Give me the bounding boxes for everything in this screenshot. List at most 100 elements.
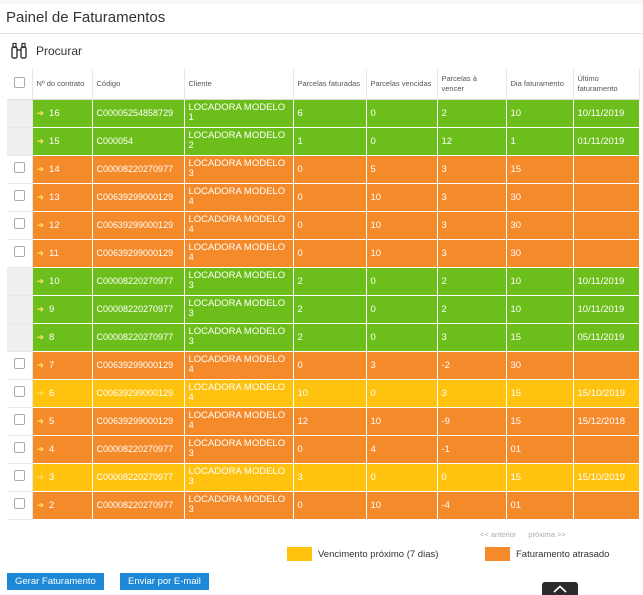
client-cell: LOCADORA MODELO 3 <box>184 463 294 492</box>
to-due-cell: 2 <box>437 267 507 296</box>
overdue-cell: 0 <box>366 127 438 156</box>
table-row[interactable]: ➜ 16 C00005254858729 LOCADORA MODELO 1 6 0 2 10 1… <box>7 99 640 128</box>
code-cell: C00008220270977 <box>92 463 185 492</box>
row-select-cell[interactable] <box>7 155 33 184</box>
send-email-button[interactable]: Enviar por E-mail <box>120 573 209 590</box>
row-checkbox[interactable] <box>13 414 25 425</box>
scroll-to-top-button[interactable] <box>542 582 578 595</box>
table-row[interactable]: ➜ 9 C00008220270977 LOCADORA MODELO 3 2 0 2 10 10… <box>7 295 640 324</box>
code-cell: C00639299000129 <box>92 379 185 408</box>
client-name: LOCADORA MODELO <box>188 242 286 253</box>
client-number: 4 <box>188 420 194 431</box>
row-checkbox[interactable] <box>13 190 25 201</box>
to-due-cell: -4 <box>437 491 507 520</box>
row-select-cell[interactable] <box>7 379 33 408</box>
next-page-link[interactable]: próxima >> <box>528 530 566 539</box>
contract-number-cell: ➜ 11 <box>32 239 93 268</box>
header-overdue[interactable]: Parcelas vencidas <box>366 69 438 100</box>
contract-number: 11 <box>49 247 59 259</box>
row-select-cell <box>7 99 33 128</box>
last-billing-cell: 10/11/2019 <box>573 267 640 296</box>
table-row[interactable]: ➜ 7 C00639299000129 LOCADORA MODELO 4 0 3 -2 30 <box>7 351 640 380</box>
billed-cell: 0 <box>293 211 367 240</box>
contract-number: 4 <box>49 443 55 455</box>
row-checkbox[interactable] <box>13 470 25 481</box>
table-row[interactable]: ➜ 6 C00639299000129 LOCADORA MODELO 4 10 0 3 15 1… <box>7 379 640 408</box>
row-select-cell[interactable] <box>7 491 33 520</box>
row-select-cell[interactable] <box>7 463 33 492</box>
header-to-due[interactable]: Parcelas à vencer <box>437 69 507 100</box>
row-checkbox[interactable] <box>13 162 25 173</box>
table-row[interactable]: ➜ 3 C00008220270977 LOCADORA MODELO 3 3 0 0 15 15… <box>7 463 640 492</box>
row-checkbox[interactable] <box>13 442 25 453</box>
row-select-cell <box>7 127 33 156</box>
billing-day-cell: 01 <box>506 435 574 464</box>
row-checkbox[interactable] <box>13 246 25 257</box>
billing-day-cell: 15 <box>506 463 574 492</box>
table-row[interactable]: ➜ 8 C00008220270977 LOCADORA MODELO 3 2 0 3 15 05… <box>7 323 640 352</box>
to-due-cell: 3 <box>437 183 507 212</box>
search-label: Procurar <box>36 44 83 58</box>
overdue-cell: 10 <box>366 407 438 436</box>
table-row[interactable]: ➜ 11 C00639299000129 LOCADORA MODELO 4 0 10 3 30 <box>7 239 640 268</box>
overdue-cell: 10 <box>366 211 438 240</box>
billed-cell: 0 <box>293 239 367 268</box>
row-checkbox[interactable] <box>13 498 25 509</box>
client-cell: LOCADORA MODELO 4 <box>184 407 294 436</box>
contract-number: 10 <box>49 275 60 287</box>
table-row[interactable]: ➜ 12 C00639299000129 LOCADORA MODELO 4 0 10 3 30 <box>7 211 640 240</box>
row-select-cell[interactable] <box>7 435 33 464</box>
generate-billing-button[interactable]: Gerar Faturamento <box>7 573 104 590</box>
row-select-cell <box>7 295 33 324</box>
billing-day-cell: 10 <box>506 267 574 296</box>
overdue-cell: 0 <box>366 295 438 324</box>
arrow-right-icon: ➜ <box>36 359 45 370</box>
row-checkbox[interactable] <box>13 358 25 369</box>
legend-item-upcoming: Vencimento próximo (7 dias) <box>287 547 438 561</box>
contract-number: 16 <box>49 107 60 119</box>
arrow-right-icon: ➜ <box>36 331 45 342</box>
header-client[interactable]: Cliente <box>184 69 294 100</box>
code-cell: C00639299000129 <box>92 183 185 212</box>
table-row[interactable]: ➜ 4 C00008220270977 LOCADORA MODELO 3 0 4 -1 01 <box>7 435 640 464</box>
contract-number-cell: ➜ 10 <box>32 267 93 296</box>
row-select-cell[interactable] <box>7 239 33 268</box>
table-row[interactable]: ➜ 5 C00639299000129 LOCADORA MODELO 4 12 10 -9 1… <box>7 407 640 436</box>
header-code[interactable]: Código <box>92 69 185 100</box>
contract-number-cell: ➜ 16 <box>32 99 93 128</box>
billed-cell: 0 <box>293 491 367 520</box>
overdue-cell: 10 <box>366 239 438 268</box>
header-billing-day[interactable]: Dia faturamento <box>506 69 574 100</box>
header-contract[interactable]: Nº do contrato <box>32 69 93 100</box>
client-cell: LOCADORA MODELO 4 <box>184 183 294 212</box>
arrow-right-icon: ➜ <box>36 471 45 482</box>
pagination: << anterior próxima >> <box>480 530 576 539</box>
previous-page-link[interactable]: << anterior <box>480 530 516 539</box>
row-select-cell[interactable] <box>7 183 33 212</box>
table-row[interactable]: ➜ 2 C00008220270977 LOCADORA MODELO 3 0 10 -4 01 <box>7 491 640 520</box>
header-billed[interactable]: Parcelas faturadas <box>293 69 367 100</box>
code-cell: C00008220270977 <box>92 323 185 352</box>
row-checkbox[interactable] <box>13 218 25 229</box>
row-select-cell[interactable] <box>7 211 33 240</box>
table-row[interactable]: ➜ 14 C00008220270977 LOCADORA MODELO 3 0 5 3 15 <box>7 155 640 184</box>
legend-label-late: Faturamento atrasado <box>516 548 610 560</box>
select-all-checkbox[interactable] <box>13 76 25 88</box>
last-billing-cell: 15/12/2018 <box>573 407 640 436</box>
table-row[interactable]: ➜ 15 C000054 LOCADORA MODELO 2 1 0 12 1 01/11/201… <box>7 127 640 156</box>
header-last-billing[interactable]: Último faturamento <box>573 69 640 100</box>
client-number: 4 <box>188 364 194 375</box>
code-cell: C00008220270977 <box>92 295 185 324</box>
last-billing-cell: 10/11/2019 <box>573 295 640 324</box>
table-row[interactable]: ➜ 10 C00008220270977 LOCADORA MODELO 3 2 0 2 10 1… <box>7 267 640 296</box>
search-button[interactable]: Procurar <box>10 40 82 62</box>
overdue-cell: 0 <box>366 267 438 296</box>
row-select-cell[interactable] <box>7 407 33 436</box>
contract-number: 5 <box>49 415 55 427</box>
row-select-cell[interactable] <box>7 351 33 380</box>
row-checkbox[interactable] <box>13 386 25 397</box>
contract-number: 8 <box>49 331 55 343</box>
table-row[interactable]: ➜ 13 C00639299000129 LOCADORA MODELO 4 0 10 3 30 <box>7 183 640 212</box>
contract-number: 3 <box>49 471 55 483</box>
select-all-cell[interactable] <box>7 69 33 100</box>
